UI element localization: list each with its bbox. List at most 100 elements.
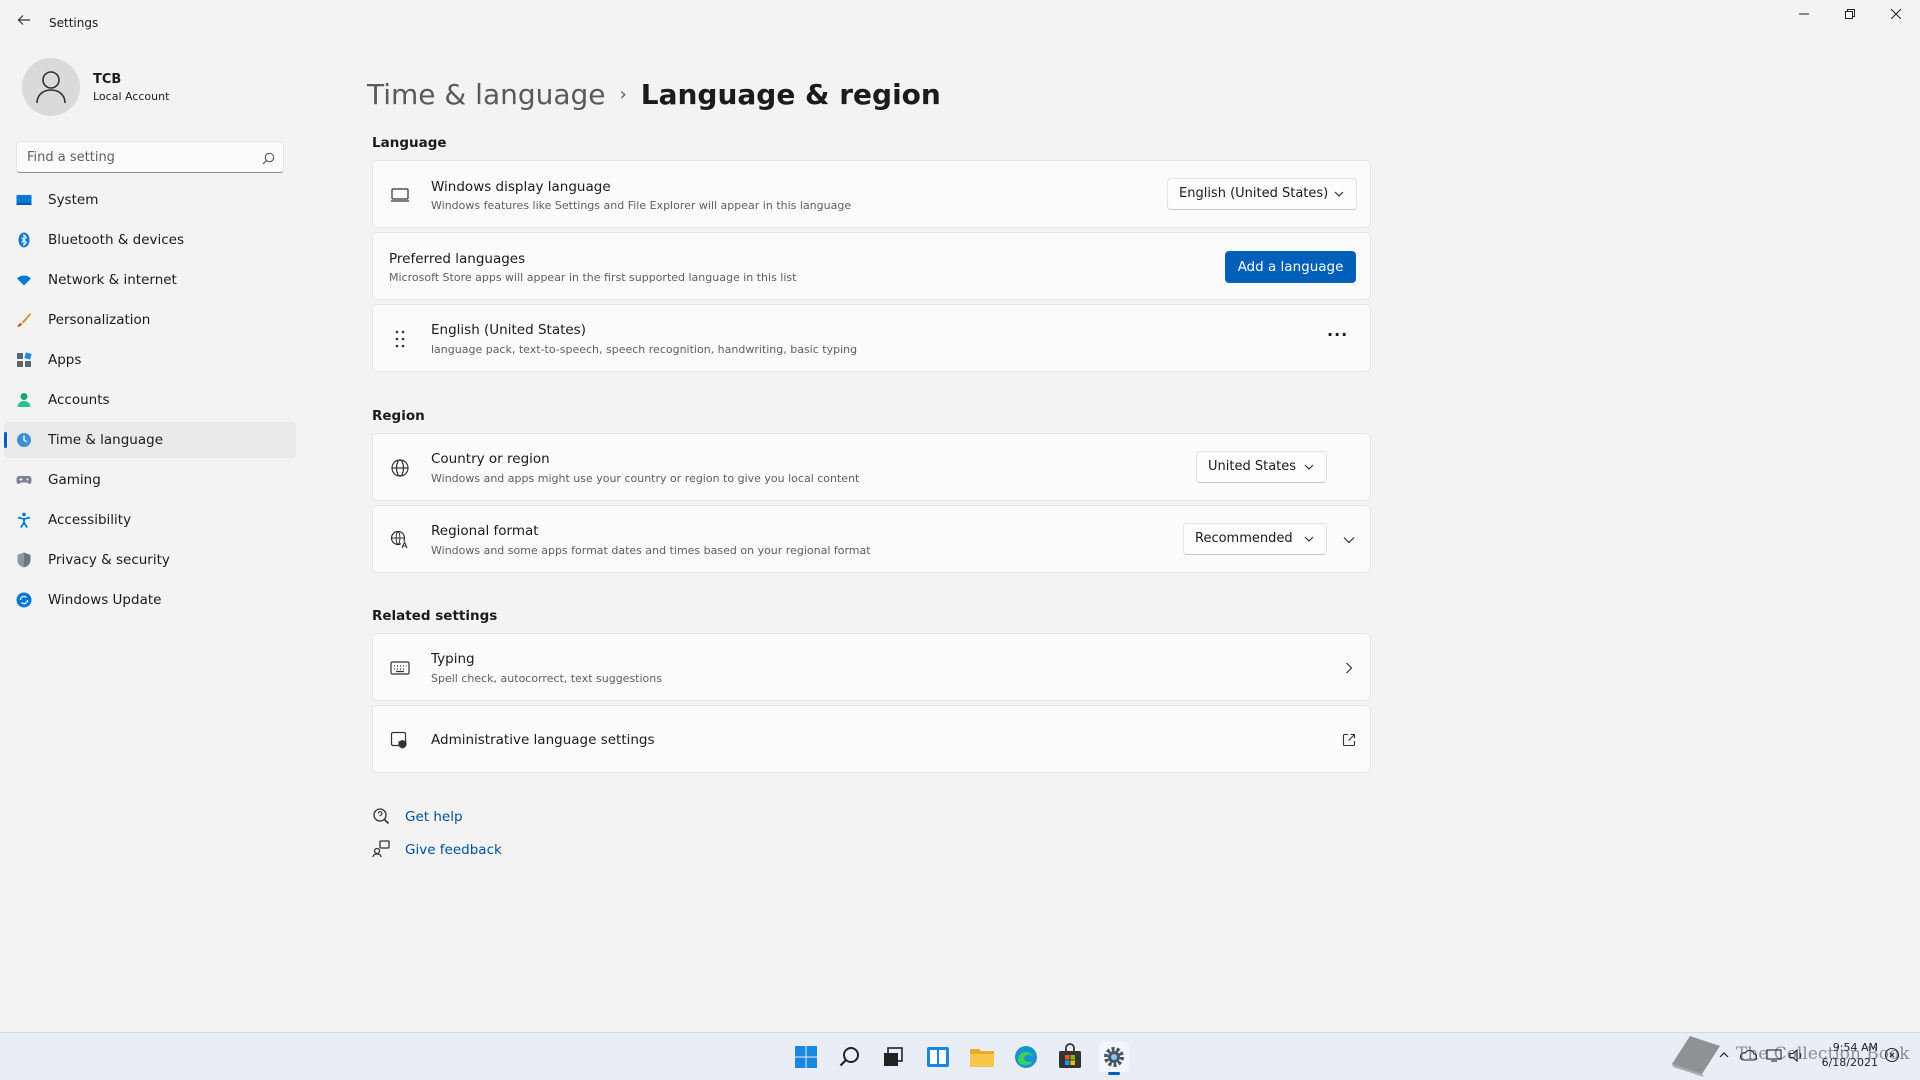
sidebar-item-windows-update[interactable]: Windows Update	[4, 582, 296, 618]
regional-format-description: Windows and some apps format dates and t…	[431, 544, 871, 557]
preferred-languages-description: Microsoft Store apps will appear in the …	[389, 271, 797, 284]
sidebar-item-label: Accessibility	[48, 512, 132, 528]
display-language-title: Windows display language	[431, 179, 611, 195]
sidebar-item-personalization[interactable]: Personalization	[4, 302, 296, 338]
admin-language-card[interactable]: Administrative language settings	[372, 705, 1371, 773]
minimize-icon[interactable]	[1781, 0, 1827, 32]
display-language-card: Windows display language Windows feature…	[372, 160, 1371, 228]
typing-title: Typing	[431, 651, 475, 667]
sidebar-item-system[interactable]: System	[4, 182, 296, 218]
sidebar-item-time-language[interactable]: Time & language	[4, 422, 296, 458]
sidebar-item-label: Bluetooth & devices	[48, 232, 185, 248]
sidebar-nav: System Bluetooth & devices Network & int…	[4, 182, 296, 622]
sidebar-item-apps[interactable]: Apps	[4, 342, 296, 378]
wifi-icon	[17, 275, 31, 286]
get-help-icon	[373, 808, 390, 825]
section-heading-language: Language	[372, 135, 447, 151]
chevron-down-icon	[1334, 191, 1344, 197]
widgets-icon[interactable]	[923, 1042, 953, 1072]
profile-account-type: Local Account	[93, 90, 170, 103]
add-language-button[interactable]: Add a language	[1225, 251, 1356, 283]
sidebar-item-label: Network & internet	[48, 272, 177, 288]
feedback-icon	[372, 840, 390, 858]
get-help-link[interactable]: Get help	[405, 809, 463, 825]
preferred-languages-title: Preferred languages	[389, 251, 526, 267]
dropdown-value: United States	[1208, 459, 1297, 474]
system-icon	[16, 195, 32, 205]
avatar[interactable]	[22, 58, 80, 116]
monitor-icon	[391, 188, 409, 202]
back-arrow-icon[interactable]	[14, 12, 34, 32]
sidebar-item-label: Accounts	[48, 392, 110, 408]
sidebar-item-label: Privacy & security	[48, 552, 170, 568]
sidebar-item-gaming[interactable]: Gaming	[4, 462, 296, 498]
display-language-dropdown[interactable]: English (United States)	[1167, 178, 1357, 210]
shield-icon	[17, 552, 31, 568]
country-region-dropdown[interactable]: United States	[1196, 451, 1327, 483]
profile-name: TCB	[93, 72, 122, 87]
chevron-right-icon	[1346, 662, 1353, 674]
store-icon[interactable]	[1055, 1042, 1085, 1072]
page-title: Language & region	[640, 78, 941, 111]
title-bar: Settings	[0, 0, 1920, 48]
breadcrumb-parent[interactable]: Time & language	[367, 78, 606, 111]
drag-handle-icon[interactable]	[390, 329, 410, 349]
bluetooth-icon	[18, 232, 30, 248]
task-view-icon[interactable]	[878, 1042, 908, 1072]
admin-shield-icon	[390, 731, 407, 749]
keyboard-icon	[390, 661, 410, 675]
sidebar-item-bluetooth-devices[interactable]: Bluetooth & devices	[4, 222, 296, 258]
more-options-icon[interactable]: ···	[1327, 325, 1348, 344]
search-input[interactable]	[27, 148, 247, 166]
time-language-icon	[17, 433, 31, 447]
sidebar-item-label: Time & language	[48, 432, 164, 448]
settings-icon[interactable]	[1099, 1042, 1129, 1075]
installed-language-title: English (United States)	[431, 322, 586, 338]
installed-language-description: language pack, text-to-speech, speech re…	[431, 343, 858, 356]
chevron-down-icon	[1304, 464, 1314, 470]
sidebar-item-network-internet[interactable]: Network & internet	[4, 262, 296, 298]
sidebar-item-label: System	[48, 192, 99, 208]
search-icon[interactable]	[262, 150, 275, 169]
sidebar-item-label: Apps	[48, 352, 82, 368]
typing-card[interactable]: Typing Spell check, autocorrect, text su…	[372, 633, 1371, 701]
update-icon	[16, 592, 32, 608]
taskbar: 9:54 AM 6/18/2021	[0, 1032, 1920, 1080]
file-explorer-icon[interactable]	[967, 1042, 997, 1072]
dropdown-value: Recommended	[1195, 531, 1293, 546]
regional-format-title: Regional format	[431, 523, 539, 539]
breadcrumb-separator: ›	[619, 84, 627, 105]
search-box[interactable]	[16, 141, 284, 173]
dropdown-value: English (United States)	[1179, 186, 1329, 201]
taskbar-search-icon[interactable]	[835, 1042, 865, 1072]
watermark-text: The Collection Book	[1736, 1044, 1910, 1064]
close-icon[interactable]	[1873, 0, 1919, 32]
edge-icon[interactable]	[1011, 1042, 1041, 1072]
admin-language-title: Administrative language settings	[431, 732, 655, 748]
sidebar-item-accessibility[interactable]: Accessibility	[4, 502, 296, 538]
window-title: Settings	[49, 16, 99, 30]
breadcrumb: Time & language › Language & region	[367, 78, 941, 111]
person-icon	[36, 71, 66, 104]
section-heading-region: Region	[372, 408, 425, 424]
watermark-book-icon	[1672, 1036, 1720, 1077]
regional-format-icon	[390, 530, 409, 549]
typing-description: Spell check, autocorrect, text suggestio…	[431, 672, 662, 685]
sidebar-item-privacy-security[interactable]: Privacy & security	[4, 542, 296, 578]
installed-language-card[interactable]: English (United States) language pack, t…	[372, 304, 1371, 372]
sidebar-item-label: Personalization	[48, 312, 151, 328]
give-feedback-link[interactable]: Give feedback	[405, 842, 502, 858]
apps-icon	[17, 352, 32, 367]
restore-icon[interactable]	[1827, 0, 1873, 32]
display-language-description: Windows features like Settings and File …	[431, 199, 852, 212]
globe-icon	[391, 459, 409, 477]
regional-format-dropdown[interactable]: Recommended	[1183, 523, 1327, 555]
sidebar-item-accounts[interactable]: Accounts	[4, 382, 296, 418]
country-region-title: Country or region	[431, 451, 550, 467]
accounts-icon	[17, 393, 31, 407]
start-icon[interactable]	[791, 1042, 821, 1072]
expand-chevron-icon[interactable]	[1341, 532, 1357, 548]
country-region-card: Country or region Windows and apps might…	[372, 433, 1371, 501]
chevron-down-icon	[1304, 536, 1314, 542]
preferred-languages-card: Preferred languages Microsoft Store apps…	[372, 232, 1371, 300]
